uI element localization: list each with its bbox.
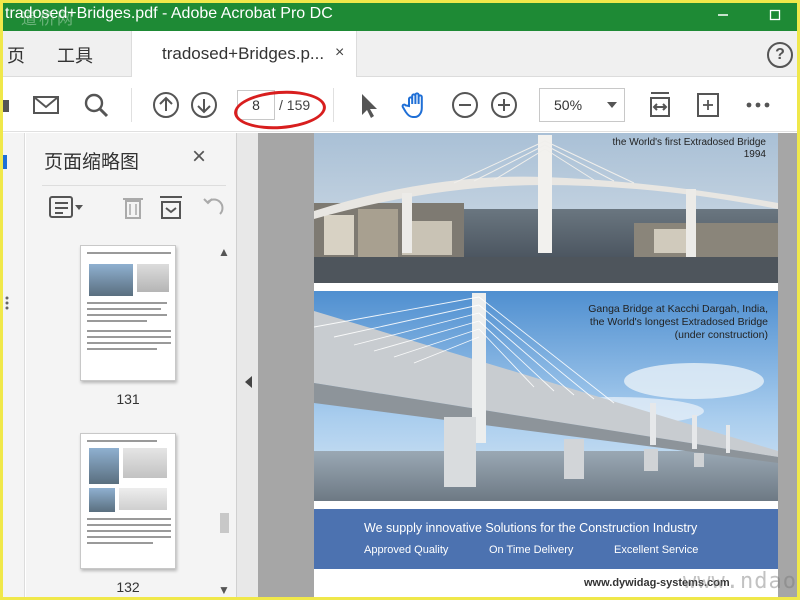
title-bar: tradosed+Bridges.pdf - Adobe Acrobat Pro… bbox=[3, 3, 797, 31]
minimize-button[interactable] bbox=[703, 3, 743, 31]
tab-document[interactable]: tradosed+Bridges.p... × bbox=[131, 31, 357, 77]
email-icon[interactable] bbox=[31, 90, 61, 120]
help-icon[interactable]: ? bbox=[767, 42, 793, 68]
toolbar-divider bbox=[333, 88, 334, 122]
toolbar-divider bbox=[131, 88, 132, 122]
full-screen-icon[interactable] bbox=[693, 90, 723, 120]
caption-line: 1994 bbox=[743, 149, 766, 160]
thumbnail-list: 131 132 bbox=[26, 245, 216, 597]
banner-tag: On Time Delivery bbox=[489, 544, 574, 556]
scroll-thumb[interactable] bbox=[220, 513, 229, 533]
navigation-icons bbox=[3, 155, 9, 310]
fit-width-icon[interactable] bbox=[645, 90, 675, 120]
maximize-button[interactable] bbox=[755, 3, 795, 31]
previous-page-icon[interactable] bbox=[151, 90, 181, 120]
minimize-icon bbox=[718, 14, 728, 16]
scroll-down-icon[interactable]: ▼ bbox=[218, 583, 230, 597]
tab-tools[interactable]: 工具 bbox=[57, 42, 93, 68]
toolbar: 8 / 159 50% bbox=[3, 78, 797, 132]
insert-page-icon[interactable] bbox=[158, 194, 186, 225]
caption-line: the World's first Extradosed Bridge bbox=[612, 137, 766, 148]
banner-headline: We supply innovative Solutions for the C… bbox=[364, 521, 698, 535]
print-icon[interactable] bbox=[3, 90, 21, 120]
banner-tag: Excellent Service bbox=[614, 544, 699, 556]
tab-document-label: tradosed+Bridges.p... bbox=[162, 44, 325, 63]
thumbnail-page-131[interactable] bbox=[80, 245, 176, 381]
chevron-down-icon bbox=[607, 102, 617, 108]
bridge-photo-top: the World's first Extradosed Bridge 1994 bbox=[314, 133, 778, 283]
thumbnail-label: 131 bbox=[116, 391, 140, 407]
caption-line: Ganga Bridge at Kacchi Dargah, India, bbox=[588, 303, 768, 315]
banner-tag: Approved Quality bbox=[364, 544, 449, 556]
scroll-up-icon[interactable]: ▲ bbox=[218, 245, 230, 259]
photo-caption-top: the World's first Extradosed Bridge 1994 bbox=[613, 137, 766, 161]
tab-home[interactable]: 页 bbox=[7, 42, 25, 68]
promo-banner: We supply innovative Solutions for the C… bbox=[314, 509, 778, 569]
caption-line: (under construction) bbox=[674, 329, 768, 341]
thumbnail-page-132[interactable] bbox=[80, 433, 176, 569]
undo-icon[interactable] bbox=[200, 194, 226, 225]
thumbnails-panel: 页面缩略图 × 131 132 ▲ ▼ bbox=[26, 133, 236, 597]
delete-icon[interactable] bbox=[120, 194, 146, 225]
tab-row: 页 工具 tradosed+Bridges.p... × ? bbox=[3, 31, 797, 77]
pdf-page: the World's first Extradosed Bridge 1994 bbox=[314, 133, 778, 597]
left-navigation-strip bbox=[3, 133, 25, 597]
zoom-in-icon[interactable] bbox=[489, 90, 519, 120]
collapse-arrow-icon bbox=[245, 376, 252, 388]
zoom-out-icon[interactable] bbox=[450, 90, 480, 120]
zoom-select[interactable]: 50% bbox=[539, 88, 625, 122]
document-viewport[interactable]: the World's first Extradosed Bridge 1994 bbox=[258, 133, 797, 597]
thumbnail-scrollbar[interactable]: ▲ ▼ bbox=[215, 245, 233, 597]
panel-title: 页面缩略图 bbox=[44, 152, 140, 173]
bridge-photo-bottom: Ganga Bridge at Kacchi Dargah, India, th… bbox=[314, 291, 778, 501]
panel-close-icon[interactable]: × bbox=[192, 143, 206, 171]
more-options-icon[interactable] bbox=[743, 90, 773, 120]
maximize-icon bbox=[769, 9, 781, 21]
next-page-icon[interactable] bbox=[189, 90, 219, 120]
app-window: tradosed+Bridges.pdf - Adobe Acrobat Pro… bbox=[3, 3, 797, 597]
tab-close-icon[interactable]: × bbox=[335, 44, 344, 62]
photo-caption-bottom: Ganga Bridge at Kacchi Dargah, India, th… bbox=[588, 303, 768, 342]
search-icon[interactable] bbox=[81, 90, 111, 120]
panel-collapse-handle[interactable] bbox=[236, 133, 258, 597]
panel-tools bbox=[42, 185, 226, 225]
watermark-url: www.ndao.co bbox=[683, 569, 797, 594]
thumbnail-options-icon[interactable] bbox=[48, 194, 84, 225]
caption-line: the World's longest Extradosed Bridge bbox=[589, 316, 768, 328]
thumbnail-label: 132 bbox=[116, 579, 140, 595]
watermark-logo: 道桥网 bbox=[21, 9, 76, 28]
zoom-value: 50% bbox=[554, 97, 583, 113]
select-cursor-icon[interactable] bbox=[353, 90, 383, 120]
hand-tool-icon[interactable] bbox=[401, 90, 431, 120]
